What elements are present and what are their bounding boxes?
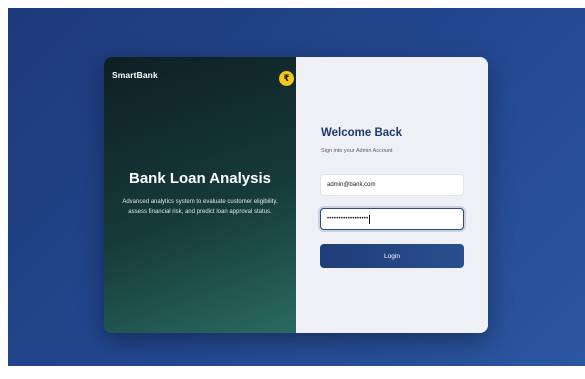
password-value: ••••••••••••••••••: [327, 216, 369, 222]
password-field[interactable]: ••••••••••••••••••: [320, 208, 464, 230]
login-subtitle: Sign into your Admin Account: [321, 148, 393, 154]
app-background: SmartBank ₹ Bank Loan Analysis Advanced …: [8, 8, 585, 366]
welcome-heading: Welcome Back: [321, 127, 402, 139]
email-value: admin@bank.com: [327, 182, 376, 188]
login-button[interactable]: Login: [320, 244, 464, 268]
hero-title: Bank Loan Analysis: [129, 170, 271, 187]
login-panel: Welcome Back Sign into your Admin Accoun…: [296, 57, 488, 333]
email-field[interactable]: admin@bank.com: [320, 174, 464, 196]
brand-panel: SmartBank ₹ Bank Loan Analysis Advanced …: [104, 57, 296, 333]
rupee-coin-icon: ₹: [279, 71, 294, 86]
hero-description: Advanced analytics system to evaluate cu…: [122, 199, 278, 215]
text-caret: [369, 214, 371, 224]
login-card: SmartBank ₹ Bank Loan Analysis Advanced …: [104, 57, 488, 333]
brand-name: SmartBank: [112, 70, 158, 80]
